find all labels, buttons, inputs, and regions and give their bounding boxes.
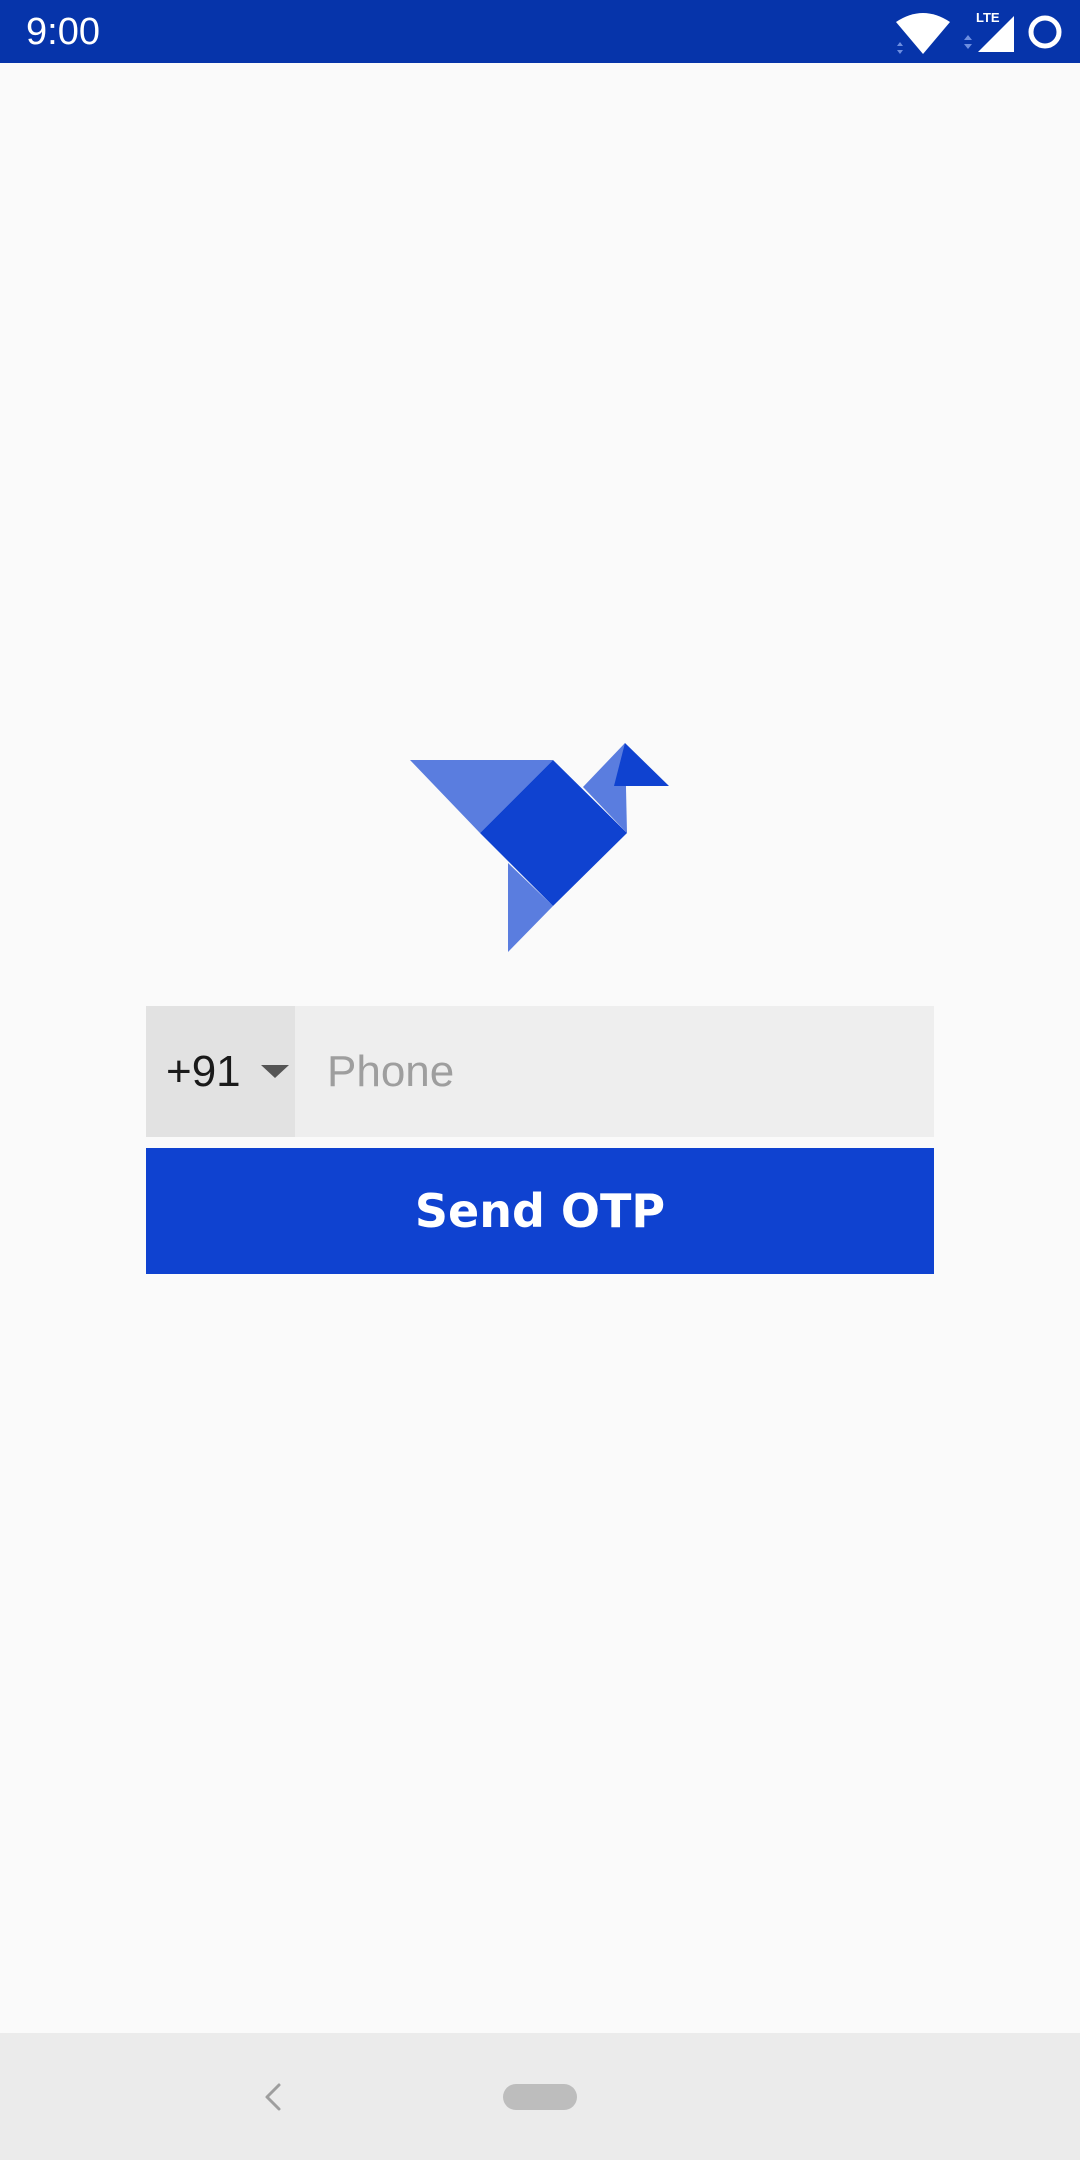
status-time: 9:00 bbox=[26, 11, 100, 53]
phone-row: +91 bbox=[146, 1006, 934, 1137]
status-icons: LTE bbox=[884, 10, 1064, 54]
send-otp-button[interactable]: Send OTP bbox=[146, 1148, 934, 1274]
status-bar: 9:00 LTE bbox=[0, 0, 1080, 63]
network-type-label: LTE bbox=[976, 10, 1000, 25]
navigation-bar bbox=[0, 2033, 1080, 2160]
dropdown-arrow-icon bbox=[260, 1065, 289, 1078]
app-logo-icon bbox=[410, 743, 669, 952]
wifi-icon bbox=[896, 13, 950, 54]
back-icon[interactable] bbox=[254, 2077, 294, 2117]
circle-status-icon bbox=[1028, 15, 1062, 49]
country-code-label: +91 bbox=[166, 1046, 241, 1096]
country-code-dropdown[interactable]: +91 bbox=[146, 1006, 295, 1137]
phone-input[interactable] bbox=[295, 1006, 934, 1137]
cellular-signal-icon: LTE bbox=[964, 10, 1014, 52]
home-pill-icon[interactable] bbox=[503, 2084, 577, 2110]
